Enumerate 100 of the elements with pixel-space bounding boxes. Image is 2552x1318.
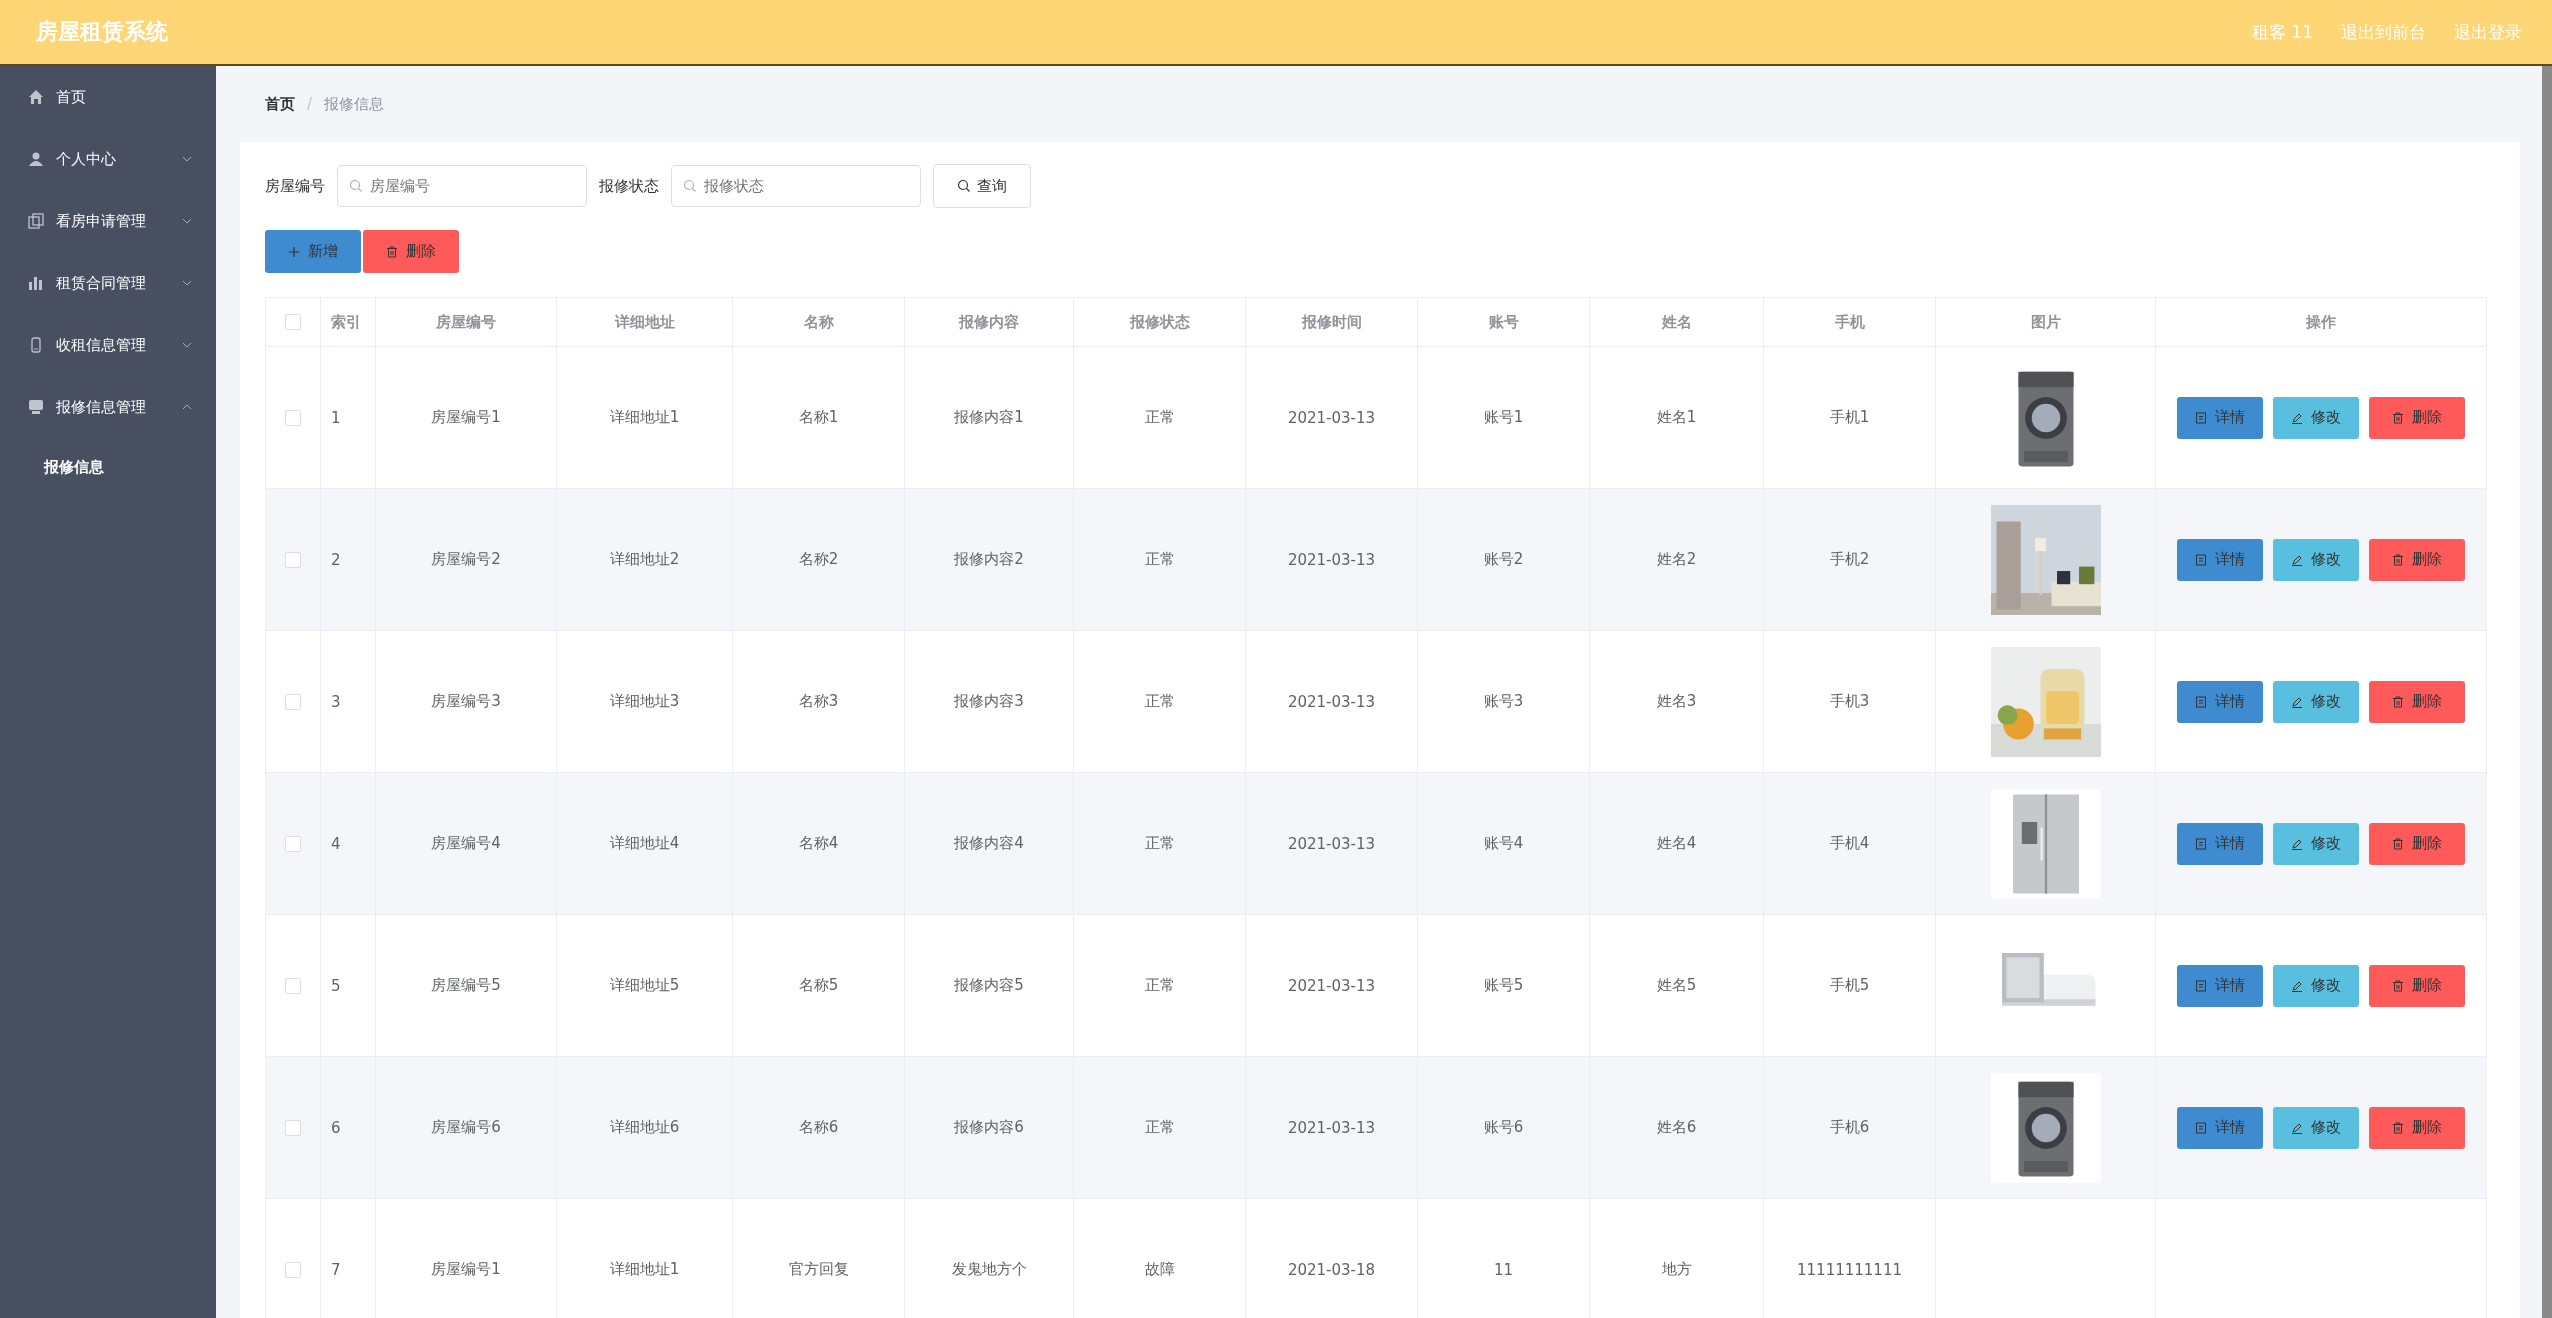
table-cell: 详细地址6 <box>609 1118 680 1137</box>
detail-button[interactable]: 详情 <box>2177 396 2263 439</box>
table-cell: 名称5 <box>798 976 839 995</box>
column-header: 房屋编号 <box>436 312 496 332</box>
menu-item[interactable]: 租赁合同管理 <box>0 252 216 314</box>
detail-button[interactable]: 详情 <box>2177 822 2263 865</box>
table-cell: 报修内容2 <box>954 550 1024 569</box>
bar-chart-icon <box>28 275 44 291</box>
delete-button[interactable]: 删除 <box>2369 964 2465 1007</box>
table-cell: 名称2 <box>798 550 839 569</box>
table-cell: 名称3 <box>798 692 839 711</box>
detail-button[interactable]: 详情 <box>2177 964 2263 1007</box>
table-cell: 正常 <box>1144 692 1175 711</box>
delete-button[interactable]: 删除 <box>2369 1106 2465 1149</box>
app-title: 房屋租赁系统 <box>36 18 168 46</box>
trash-icon <box>2392 411 2404 424</box>
row-checkbox[interactable] <box>285 409 301 426</box>
column-header: 手机 <box>1834 312 1865 332</box>
trash-icon <box>2392 553 2404 566</box>
chevron-icon <box>182 218 192 224</box>
table-cell: 4 <box>331 834 341 853</box>
edit-button[interactable]: 修改 <box>2273 680 2359 723</box>
delete-button[interactable]: 删除 <box>363 230 459 273</box>
edit-button[interactable]: 修改 <box>2273 964 2359 1007</box>
table-cell: 账号5 <box>1483 976 1524 995</box>
document-icon <box>2195 979 2207 992</box>
document-icon <box>2195 411 2207 424</box>
delete-button[interactable]: 删除 <box>2369 396 2465 439</box>
menu-item[interactable]: 看房申请管理 <box>0 190 216 252</box>
table-cell: 地方 <box>1661 1260 1692 1279</box>
table-cell: 11111111111 <box>1797 1260 1902 1279</box>
document-icon <box>2195 553 2207 566</box>
trash-icon <box>2392 979 2404 992</box>
table-cell: 手机6 <box>1829 1118 1870 1137</box>
submenu-item[interactable]: 报修信息 <box>0 438 216 496</box>
table-cell: 手机5 <box>1829 976 1870 995</box>
detail-button[interactable]: 详情 <box>2177 680 2263 723</box>
document-icon <box>2195 1121 2207 1134</box>
detail-button[interactable]: 详情 <box>2177 1106 2263 1149</box>
pencil-icon <box>2291 411 2303 424</box>
document-icon <box>2195 837 2207 850</box>
pencil-icon <box>2291 553 2303 566</box>
search-field[interactable]: 房屋编号 <box>337 165 587 207</box>
scrollbar[interactable] <box>2542 66 2552 1318</box>
row-checkbox[interactable] <box>285 1119 301 1136</box>
menu-item[interactable]: 报修信息管理 <box>0 376 216 438</box>
table-cell: 名称4 <box>798 834 839 853</box>
detail-button[interactable]: 详情 <box>2177 538 2263 581</box>
breadcrumb-item[interactable]: 报修信息 <box>324 94 385 114</box>
search-icon <box>957 179 971 193</box>
delete-button[interactable]: 删除 <box>2369 822 2465 865</box>
table-cell: 详细地址1 <box>609 408 680 427</box>
monitor-icon <box>28 399 44 415</box>
table-cell: 2021-03-18 <box>1287 1260 1376 1279</box>
table-cell: 11 <box>1493 1260 1514 1279</box>
edit-button[interactable]: 修改 <box>2273 538 2359 581</box>
edit-button[interactable]: 修改 <box>2273 396 2359 439</box>
table-cell: 报修内容4 <box>954 834 1024 853</box>
search-field[interactable]: 报修状态 <box>671 165 921 207</box>
row-checkbox[interactable] <box>285 693 301 710</box>
table-cell: 房屋编号5 <box>431 976 501 995</box>
table-cell: 7 <box>331 1260 341 1279</box>
table-cell: 正常 <box>1144 550 1175 569</box>
table-cell: 手机3 <box>1829 692 1870 711</box>
table-cell: 报修内容6 <box>954 1118 1024 1137</box>
table-cell: 2021-03-13 <box>1287 550 1376 569</box>
row-checkbox[interactable] <box>285 551 301 568</box>
trash-icon <box>386 245 398 258</box>
menu-item[interactable]: 收租信息管理 <box>0 314 216 376</box>
search-icon <box>683 179 697 193</box>
search-button[interactable]: 查询 <box>933 164 1031 208</box>
field-label: 房屋编号 <box>265 176 325 196</box>
table-cell: 2 <box>331 550 341 569</box>
row-checkbox[interactable] <box>285 835 301 852</box>
menu-item[interactable]: 个人中心 <box>0 128 216 190</box>
field-label: 报修状态 <box>599 176 659 196</box>
add-button[interactable]: 新增 <box>265 230 361 273</box>
delete-button[interactable]: 删除 <box>2369 680 2465 723</box>
menu-item[interactable]: 首页 <box>0 66 216 128</box>
edit-button[interactable]: 修改 <box>2273 1106 2359 1149</box>
pencil-icon <box>2291 695 2303 708</box>
breadcrumb-item[interactable]: 首页 <box>265 94 295 114</box>
row-checkbox[interactable] <box>285 1261 301 1278</box>
column-header: 详细地址 <box>614 312 675 332</box>
breadcrumb-separator: / <box>307 95 313 113</box>
delete-button[interactable]: 删除 <box>2369 538 2465 581</box>
chevron-icon <box>182 156 192 162</box>
select-all-checkbox[interactable] <box>285 314 301 330</box>
table-cell: 1 <box>331 408 341 427</box>
chevron-icon <box>182 342 192 348</box>
table-cell: 手机4 <box>1829 834 1870 853</box>
copy-icon <box>28 213 44 229</box>
plus-icon <box>288 245 300 258</box>
table-cell: 手机1 <box>1829 408 1870 427</box>
table-cell: 姓名6 <box>1656 1118 1697 1137</box>
search-icon <box>349 179 363 193</box>
row-checkbox[interactable] <box>285 977 301 994</box>
column-header: 图片 <box>2030 312 2061 332</box>
edit-button[interactable]: 修改 <box>2273 822 2359 865</box>
table-cell: 房屋编号4 <box>431 834 501 853</box>
